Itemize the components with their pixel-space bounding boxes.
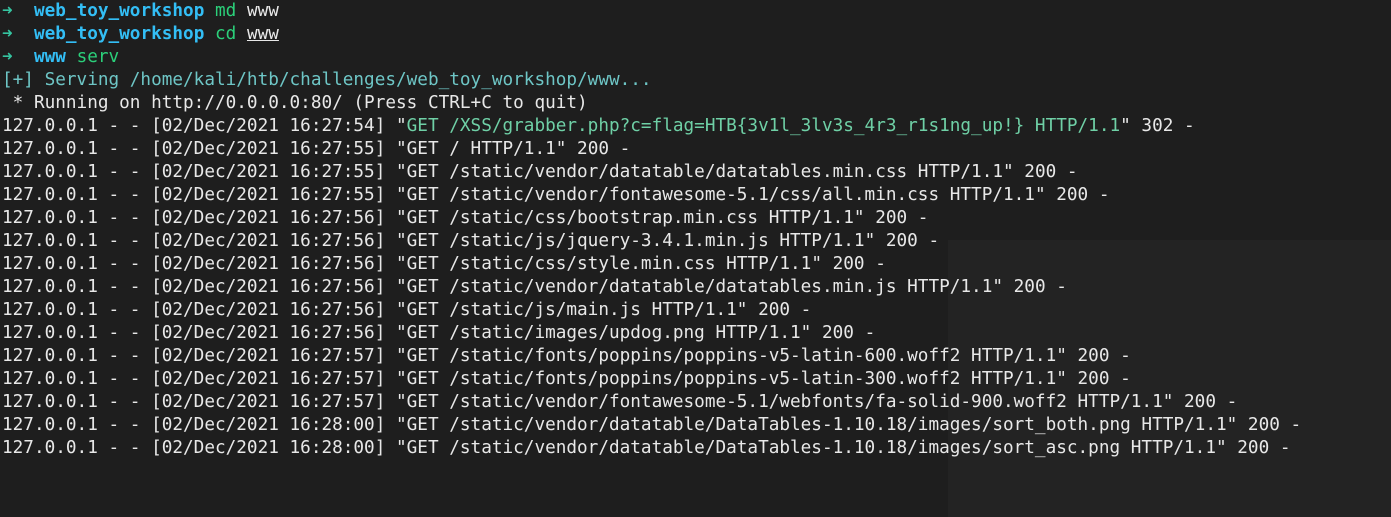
serving-message: [+] Serving /home/kali/htb/challenges/we… [2, 70, 652, 90]
running-message: * Running on http://0.0.0.0:80/ (Press C… [2, 93, 588, 113]
log-entry: 127.0.0.1 - - [02/Dec/2021 16:27:57] "GE… [2, 391, 1391, 414]
log-entry-request: GET /static/css/bootstrap.min.css HTTP/1… [406, 208, 854, 228]
prompt-directory: web_toy_workshop [33, 1, 205, 21]
log-entry-request: GET /static/images/updog.png HTTP/1.1 [406, 323, 801, 343]
log-entry-status: " 200 - [1162, 392, 1238, 412]
log-entry-status: " 200 - [853, 208, 929, 228]
prompt-command: md [215, 1, 237, 21]
prompt-command: serv [76, 47, 120, 67]
log-entry-prefix: 127.0.0.1 - - [02/Dec/2021 16:28:00] " [2, 438, 407, 458]
terminal-output: ➜ web_toy_workshop md www ➜ web_toy_work… [0, 0, 1391, 460]
log-entry-prefix: 127.0.0.1 - - [02/Dec/2021 16:27:56] " [2, 208, 407, 228]
log-entry-request: GET / HTTP/1.1 [406, 139, 556, 159]
terminal-window[interactable]: ➜ web_toy_workshop md www ➜ web_toy_work… [0, 0, 1391, 517]
log-entry: 127.0.0.1 - - [02/Dec/2021 16:27:56] "GE… [2, 230, 1391, 253]
log-entry-status: " 200 - [1226, 415, 1302, 435]
log-entry-request: GET /static/vendor/datatable/DataTables-… [406, 415, 1227, 435]
prompt-line: ➜ web_toy_workshop md www [2, 0, 1391, 23]
log-entry-prefix: 127.0.0.1 - - [02/Dec/2021 16:27:57] " [2, 346, 407, 366]
log-entry: 127.0.0.1 - - [02/Dec/2021 16:28:00] "GE… [2, 414, 1391, 437]
log-entry-request: GET /static/js/jquery-3.4.1.min.js HTTP/… [406, 231, 865, 251]
log-entry: 127.0.0.1 - - [02/Dec/2021 16:27:56] "GE… [2, 276, 1391, 299]
log-entry-prefix: 127.0.0.1 - - [02/Dec/2021 16:27:56] " [2, 323, 407, 343]
prompt-line: ➜ web_toy_workshop cd www [2, 23, 1391, 46]
log-entry-status: " 200 - [864, 231, 940, 251]
log-entry: 127.0.0.1 - - [02/Dec/2021 16:27:56] "GE… [2, 207, 1391, 230]
prompt-argument: www [246, 24, 279, 44]
log-entry-prefix: 127.0.0.1 - - [02/Dec/2021 16:27:55] " [2, 185, 407, 205]
log-entry: 127.0.0.1 - - [02/Dec/2021 16:27:55] "GE… [2, 184, 1391, 207]
log-entry-status: " 200 - [992, 277, 1067, 297]
log-entry-status: " 200 - [1003, 162, 1078, 182]
prompt-arrow-icon: ➜ [2, 47, 13, 67]
log-entry-status: " 200 - [811, 254, 886, 274]
prompt-line: ➜ www serv [2, 46, 1391, 69]
log-entry: 127.0.0.1 - - [02/Dec/2021 16:28:00] "GE… [2, 437, 1391, 460]
log-entry-status: " 200 - [1056, 346, 1131, 366]
prompt-arrow-icon: ➜ [2, 1, 13, 21]
prompt-directory: web_toy_workshop [33, 24, 205, 44]
log-entry-status: " 200 - [1056, 369, 1131, 389]
log-entry: 127.0.0.1 - - [02/Dec/2021 16:27:56] "GE… [2, 322, 1391, 345]
log-entry-prefix: 127.0.0.1 - - [02/Dec/2021 16:27:56] " [2, 254, 407, 274]
log-entry-status: " 200 - [1215, 438, 1291, 458]
log-entry-prefix: 127.0.0.1 - - [02/Dec/2021 16:27:57] " [2, 369, 407, 389]
log-entry-request: GET /static/js/main.js HTTP/1.1 [406, 300, 737, 320]
log-entry-prefix: 127.0.0.1 - - [02/Dec/2021 16:27:55] " [2, 139, 407, 159]
request-log: 127.0.0.1 - - [02/Dec/2021 16:27:54] "GE… [2, 115, 1391, 460]
log-entry-request: GET /static/vendor/fontawesome-5.1/webfo… [406, 392, 1163, 412]
log-entry-request: GET /static/fonts/poppins/poppins-v5-lat… [406, 346, 1057, 366]
log-entry-status: " 200 - [736, 300, 812, 320]
log-entry-prefix: 127.0.0.1 - - [02/Dec/2021 16:28:00] " [2, 415, 407, 435]
log-entry: 127.0.0.1 - - [02/Dec/2021 16:27:57] "GE… [2, 345, 1391, 368]
prompt-arrow-icon: ➜ [2, 24, 13, 44]
prompt-argument: www [246, 1, 279, 21]
log-entry-status: " 302 - [1120, 116, 1195, 136]
log-entry: 127.0.0.1 - - [02/Dec/2021 16:27:57] "GE… [2, 368, 1391, 391]
log-entry-request: GET /static/vendor/datatable/datatables.… [406, 162, 1003, 182]
log-entry-prefix: 127.0.0.1 - - [02/Dec/2021 16:27:54] " [2, 116, 407, 136]
log-entry-request: GET /static/vendor/fontawesome-5.1/css/a… [406, 185, 1035, 205]
log-entry-request: GET /static/vendor/datatable/datatables.… [406, 277, 993, 297]
log-entry-prefix: 127.0.0.1 - - [02/Dec/2021 16:27:57] " [2, 392, 407, 412]
log-entry-flag-request: GET /XSS/grabber.php?c=flag=HTB{3v1l_3lv… [406, 116, 1121, 136]
log-entry-status: " 200 - [1034, 185, 1110, 205]
log-entry-prefix: 127.0.0.1 - - [02/Dec/2021 16:27:55] " [2, 162, 407, 182]
log-entry: 127.0.0.1 - - [02/Dec/2021 16:27:55] "GE… [2, 138, 1391, 161]
log-entry-status: " 200 - [800, 323, 876, 343]
log-entry-request: GET /static/css/style.min.css HTTP/1.1 [406, 254, 812, 274]
log-entry-request: GET /static/vendor/datatable/DataTables-… [406, 438, 1216, 458]
log-entry-prefix: 127.0.0.1 - - [02/Dec/2021 16:27:56] " [2, 277, 407, 297]
log-entry-status: " 200 - [555, 139, 631, 159]
log-entry: 127.0.0.1 - - [02/Dec/2021 16:27:54] "GE… [2, 115, 1391, 138]
log-entry-request: GET /static/fonts/poppins/poppins-v5-lat… [406, 369, 1057, 389]
prompt-command: cd [215, 24, 237, 44]
log-entry-prefix: 127.0.0.1 - - [02/Dec/2021 16:27:56] " [2, 231, 407, 251]
log-entry: 127.0.0.1 - - [02/Dec/2021 16:27:56] "GE… [2, 253, 1391, 276]
prompt-directory: www [33, 47, 66, 67]
log-entry: 127.0.0.1 - - [02/Dec/2021 16:27:55] "GE… [2, 161, 1391, 184]
log-entry: 127.0.0.1 - - [02/Dec/2021 16:27:56] "GE… [2, 299, 1391, 322]
log-entry-prefix: 127.0.0.1 - - [02/Dec/2021 16:27:56] " [2, 300, 407, 320]
